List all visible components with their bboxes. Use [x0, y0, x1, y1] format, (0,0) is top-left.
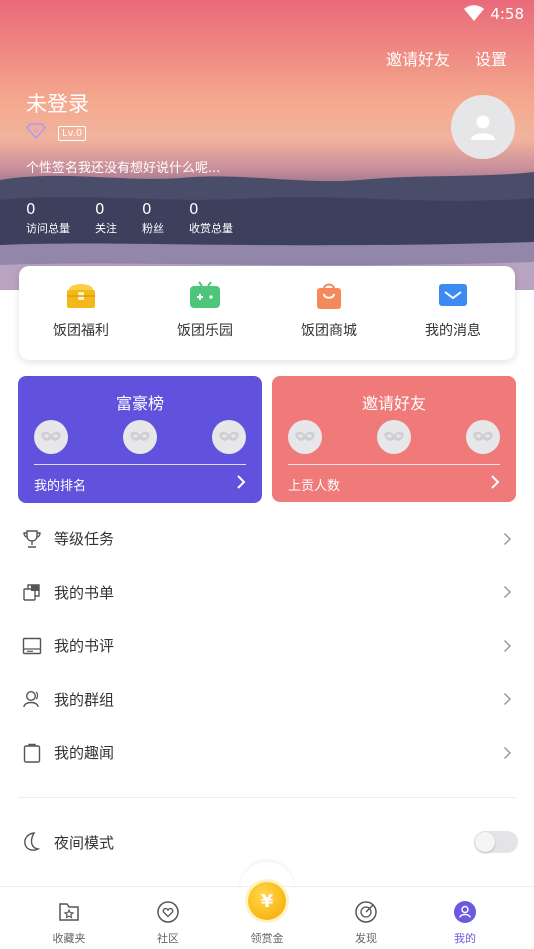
- invite-friends-link[interactable]: 邀请好友: [386, 46, 450, 70]
- rank-avatars: [288, 420, 500, 454]
- stat-label: 访问总量: [26, 222, 70, 235]
- nav-label: 我的: [454, 932, 476, 945]
- quick-label: 我的消息: [425, 323, 481, 339]
- review-icon: [22, 637, 42, 654]
- chevron-right-icon: [236, 474, 246, 494]
- gamepad-icon: [190, 281, 220, 308]
- mask-avatar-icon: [288, 420, 322, 454]
- avatar[interactable]: [451, 95, 515, 159]
- night-mode-toggle[interactable]: [474, 831, 518, 853]
- coin-icon[interactable]: ¥: [248, 882, 286, 920]
- menu-item-book-reviews[interactable]: 我的书评: [0, 619, 534, 673]
- stat-label: 粉丝: [142, 222, 164, 235]
- nav-favorites[interactable]: 收藏夹: [39, 900, 99, 946]
- quick-item-playground[interactable]: 饭团乐园: [143, 266, 267, 360]
- menu-label: 我的群组: [54, 690, 115, 709]
- discover-icon: [355, 901, 377, 923]
- mail-icon: [439, 284, 467, 306]
- username[interactable]: 未登录: [26, 88, 89, 118]
- moon-icon: [24, 832, 41, 851]
- quick-item-welfare[interactable]: 饭团福利: [19, 266, 143, 360]
- nav-label: 社区: [157, 932, 179, 945]
- nav-profile[interactable]: 我的: [435, 900, 495, 946]
- chevron-right-icon: [490, 474, 500, 494]
- stat-rewards[interactable]: 0 收赏总量: [189, 200, 233, 236]
- mask-avatar-icon: [123, 420, 157, 454]
- menu-item-book-list[interactable]: 我的书单: [0, 566, 534, 620]
- svg-text:0: 0: [34, 128, 38, 135]
- night-mode-row: 夜间模式: [0, 820, 534, 864]
- book-list-icon: [23, 584, 40, 601]
- invite-card-title: 邀请好友: [361, 394, 426, 413]
- stat-followers[interactable]: 0 粉丝: [142, 200, 164, 236]
- divider: [18, 797, 516, 798]
- stat-visits[interactable]: 0 访问总量: [26, 200, 70, 236]
- mask-avatar-icon: [212, 420, 246, 454]
- stat-value: 0: [95, 200, 105, 218]
- menu-label: 我的书单: [54, 583, 115, 602]
- menu-label: 我的书评: [54, 637, 115, 656]
- mask-avatar-icon: [377, 420, 411, 454]
- quick-actions-card: 饭团福利 饭团乐园 饭团商城 我的消息: [19, 266, 515, 360]
- chevron-right-icon: [503, 586, 512, 599]
- toggle-knob: [475, 832, 495, 852]
- stats-row: 0 访问总量 0 关注 0 粉丝 0 收赏总量: [26, 200, 258, 236]
- menu-label: 等级任务: [54, 530, 115, 549]
- rich-list-card[interactable]: 富豪榜 我的排名: [18, 376, 262, 503]
- stat-following[interactable]: 0 关注: [95, 200, 117, 236]
- stat-label: 收赏总量: [189, 222, 233, 235]
- mask-avatar-icon: [34, 420, 68, 454]
- nav-discover[interactable]: 发现: [336, 900, 396, 946]
- status-time: 4:58: [490, 5, 524, 23]
- user-silhouette-icon: [471, 115, 495, 140]
- rich-list-title: 富豪榜: [115, 394, 164, 413]
- my-ranking-link[interactable]: 我的排名: [34, 475, 86, 494]
- menu-label: 我的趣闻: [54, 744, 115, 763]
- divider: [34, 464, 246, 465]
- stat-value: 0: [189, 200, 199, 218]
- group-icon: [23, 691, 39, 708]
- chevron-right-icon: [503, 693, 512, 706]
- treasure-chest-icon: [67, 284, 95, 308]
- clipboard-icon: [23, 743, 41, 763]
- menu-item-anecdotes[interactable]: 我的趣闻: [0, 726, 534, 780]
- chevron-right-icon: [503, 639, 512, 652]
- quick-item-mall[interactable]: 饭团商城: [267, 266, 391, 360]
- trophy-icon: [23, 530, 41, 548]
- menu-item-level-tasks[interactable]: 等级任务: [0, 512, 534, 566]
- community-icon: [157, 901, 179, 923]
- quick-item-messages[interactable]: 我的消息: [391, 266, 515, 360]
- chevron-right-icon: [503, 532, 512, 545]
- invite-card[interactable]: 邀请好友 上贡人数: [272, 376, 516, 502]
- status-bar: 4:58: [0, 0, 534, 30]
- nav-label: 收藏夹: [52, 932, 86, 945]
- badges: 0 Lv.0: [26, 123, 87, 143]
- tribute-count-link[interactable]: 上贡人数: [288, 475, 340, 494]
- profile-icon: [454, 901, 476, 923]
- chevron-right-icon: [503, 746, 512, 759]
- nav-label: 发现: [355, 932, 377, 945]
- level-badge: Lv.0: [58, 125, 87, 141]
- divider: [288, 464, 500, 465]
- quick-label: 饭团乐园: [177, 323, 233, 339]
- settings-link[interactable]: 设置: [475, 46, 507, 70]
- signature[interactable]: 个性签名我还没有想好说什么呢...: [26, 157, 220, 176]
- wifi-icon: [464, 5, 484, 25]
- rank-avatars: [34, 420, 246, 454]
- quick-label: 饭团福利: [53, 323, 109, 339]
- favorites-icon: [59, 903, 79, 921]
- shopping-bag-icon: [317, 283, 341, 309]
- nav-community[interactable]: 社区: [138, 900, 198, 946]
- nav-label-bounty[interactable]: 领赏金: [237, 930, 297, 946]
- stat-value: 0: [26, 200, 36, 218]
- diamond-vip-icon: 0: [26, 123, 46, 143]
- menu-list: 等级任务 我的书单 我的书评 我的群组 我的趣闻: [0, 512, 534, 780]
- stat-value: 0: [142, 200, 152, 218]
- profile-header: 4:58 邀请好友 设置 未登录 0 Lv.0 个性签名我还没有想好说什么呢..…: [0, 0, 534, 290]
- stat-label: 关注: [95, 222, 117, 235]
- menu-item-groups[interactable]: 我的群组: [0, 673, 534, 727]
- quick-label: 饭团商城: [301, 323, 357, 339]
- night-mode-label: 夜间模式: [54, 834, 115, 852]
- mask-avatar-icon: [466, 420, 500, 454]
